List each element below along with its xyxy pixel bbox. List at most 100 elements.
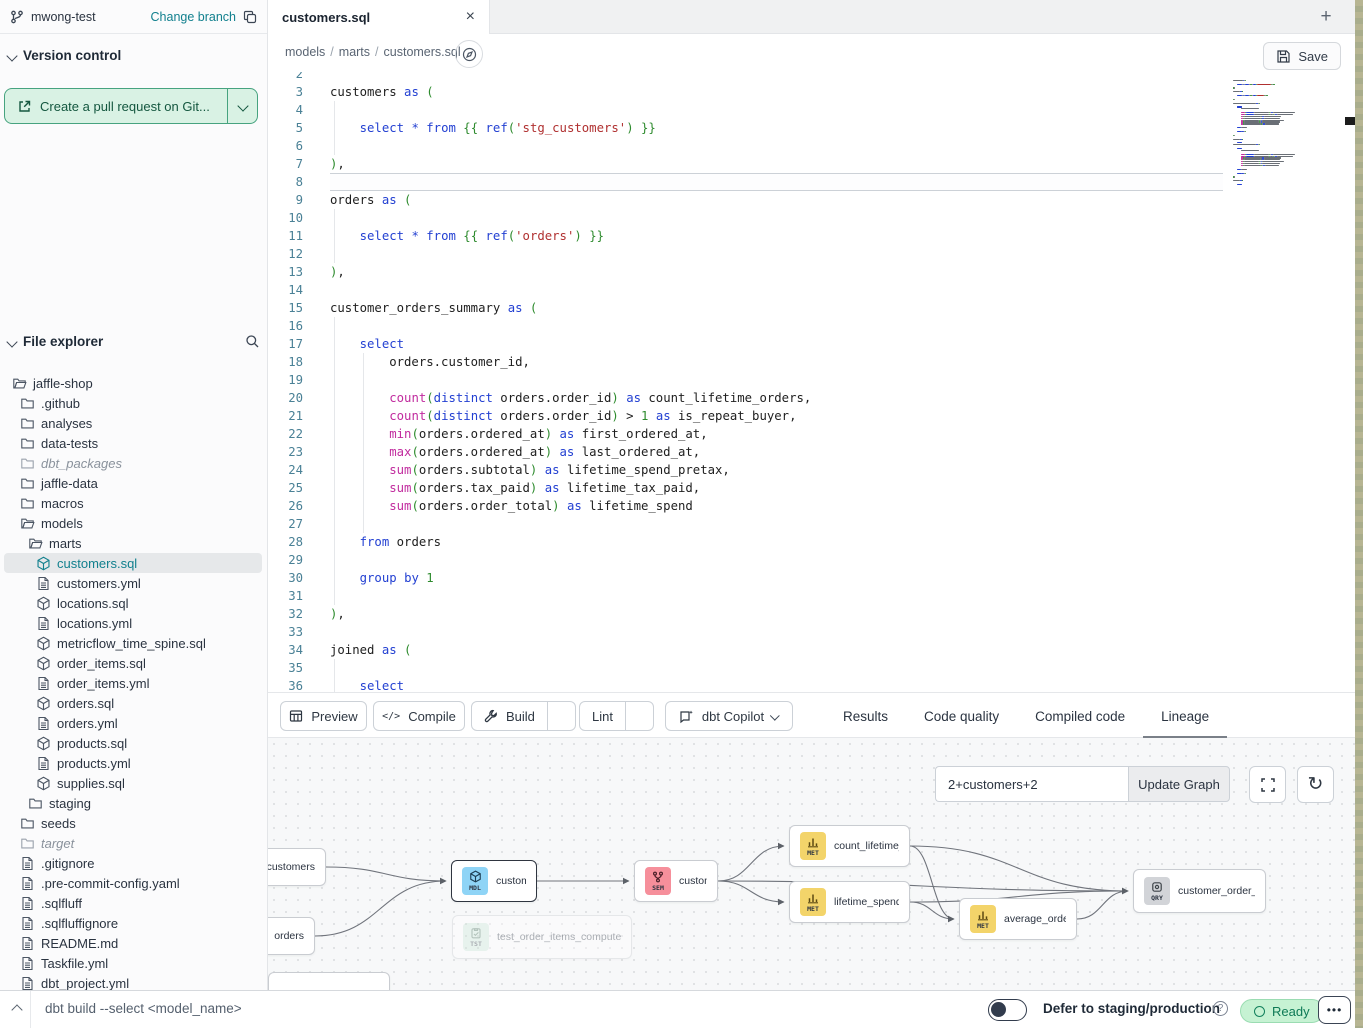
lineage-node-stg_customers[interactable]: stg_customers: [268, 848, 326, 886]
code-line-21[interactable]: 21 count(distinct orders.order_id) > 1 a…: [268, 407, 1355, 425]
code-line-26[interactable]: 26 sum(orders.order_total) as lifetime_s…: [268, 497, 1355, 515]
code-line-9[interactable]: 9orders as (: [268, 191, 1355, 209]
code-line-2[interactable]: 2: [268, 72, 1355, 83]
tab-customers-sql[interactable]: customers.sql ×: [268, 0, 490, 34]
lineage-node-customers_semantic[interactable]: SEMcustomers: [634, 860, 718, 902]
tree-item-orders-yml[interactable]: orders.yml: [4, 713, 262, 733]
close-icon[interactable]: ×: [466, 9, 475, 25]
lineage-node-lifetime_spend_pretax[interactable]: METlifetime_spend_pretax: [789, 881, 910, 923]
minimap[interactable]: [1233, 78, 1337, 186]
code-line-5[interactable]: 5 select * from {{ ref('stg_customers') …: [268, 119, 1355, 137]
tree-item--sqlfluffignore[interactable]: .sqlfluffignore: [4, 913, 262, 933]
tree-item-analyses[interactable]: analyses: [4, 413, 262, 433]
tree-item-jaffle-shop[interactable]: jaffle-shop: [4, 373, 262, 393]
tree-item-models[interactable]: models: [4, 513, 262, 533]
code-line-15[interactable]: 15customer_orders_summary as (: [268, 299, 1355, 317]
code-line-25[interactable]: 25 sum(orders.tax_paid) as lifetime_tax_…: [268, 479, 1355, 497]
breadcrumb-file[interactable]: customers.sql: [384, 45, 461, 59]
tab-code-quality[interactable]: Code quality: [906, 693, 1017, 739]
tree-item--github[interactable]: .github: [4, 393, 262, 413]
more-options-button[interactable]: •••: [1318, 996, 1351, 1024]
tree-item--sqlfluff[interactable]: .sqlfluff: [4, 893, 262, 913]
code-line-4[interactable]: 4: [268, 101, 1355, 119]
info-icon[interactable]: ?: [1213, 1001, 1228, 1016]
code-line-13[interactable]: 13),: [268, 263, 1355, 281]
tree-item-marts[interactable]: marts: [4, 533, 262, 553]
code-line-23[interactable]: 23 max(orders.ordered_at) as last_ordere…: [268, 443, 1355, 461]
lint-button[interactable]: Lint: [580, 702, 625, 730]
build-caret[interactable]: [547, 702, 575, 730]
fullscreen-icon[interactable]: [1249, 766, 1286, 803]
code-line-34[interactable]: 34joined as (: [268, 641, 1355, 659]
tree-item-order-items-yml[interactable]: order_items.yml: [4, 673, 262, 693]
code-line-24[interactable]: 24 sum(orders.subtotal) as lifetime_spen…: [268, 461, 1355, 479]
tree-item-seeds[interactable]: seeds: [4, 813, 262, 833]
tree-item--gitignore[interactable]: .gitignore: [4, 853, 262, 873]
tree-item-target[interactable]: target: [4, 833, 262, 853]
tree-item-orders-sql[interactable]: orders.sql: [4, 693, 262, 713]
lineage-panel[interactable]: stg_customersordersMDLcustomersTSTtest_o…: [268, 738, 1355, 990]
defer-toggle[interactable]: [988, 999, 1027, 1021]
code-line-6[interactable]: 6: [268, 137, 1355, 155]
code-line-27[interactable]: 27: [268, 515, 1355, 533]
code-line-16[interactable]: 16: [268, 317, 1355, 335]
update-graph-button[interactable]: Update Graph: [1128, 766, 1230, 802]
editor-scrollbar-thumb[interactable]: [1345, 117, 1355, 125]
lineage-node-orders[interactable]: orders: [268, 917, 315, 955]
version-control-header[interactable]: Version control: [8, 48, 121, 63]
breadcrumb-models[interactable]: models: [285, 45, 325, 59]
tab-results[interactable]: Results: [825, 693, 906, 739]
code-line-17[interactable]: 17 select: [268, 335, 1355, 353]
tree-item-dbt-packages[interactable]: dbt_packages: [4, 453, 262, 473]
new-tab-button[interactable]: +: [1313, 4, 1339, 30]
tree-item-locations-yml[interactable]: locations.yml: [4, 613, 262, 633]
code-line-19[interactable]: 19: [268, 371, 1355, 389]
code-line-28[interactable]: 28 from orders: [268, 533, 1355, 551]
tab-compiled-code[interactable]: Compiled code: [1017, 693, 1143, 739]
code-line-10[interactable]: 10: [268, 209, 1355, 227]
copy-icon[interactable]: [243, 10, 257, 24]
tree-item--pre-commit-config-yaml[interactable]: .pre-commit-config.yaml: [4, 873, 262, 893]
change-branch-link[interactable]: Change branch: [151, 10, 236, 24]
lineage-node-customer_order_metrics[interactable]: QRYcustomer_order_metrics: [1133, 869, 1266, 913]
collapse-chevron-icon[interactable]: [6, 999, 28, 1021]
command-placeholder[interactable]: dbt build --select <model_name>: [45, 1001, 242, 1016]
compile-button[interactable]: </> Compile: [373, 701, 465, 731]
code-line-36[interactable]: 36 select: [268, 677, 1355, 692]
search-icon[interactable]: [245, 334, 260, 349]
refresh-icon[interactable]: ↻: [1297, 766, 1334, 803]
tree-item-products-sql[interactable]: products.sql: [4, 733, 262, 753]
code-line-3[interactable]: 3customers as (: [268, 83, 1355, 101]
code-line-8[interactable]: 8: [268, 173, 1355, 191]
tree-item-staging[interactable]: staging: [4, 793, 262, 813]
code-line-20[interactable]: 20 count(distinct orders.order_id) as co…: [268, 389, 1355, 407]
code-line-7[interactable]: 7),: [268, 155, 1355, 173]
compass-icon[interactable]: [455, 40, 483, 68]
lineage-node-test_order_items[interactable]: TSTtest_order_items_compute_to_bools...: [452, 915, 632, 959]
tree-item-order-items-sql[interactable]: order_items.sql: [4, 653, 262, 673]
tree-item-jaffle-data[interactable]: jaffle-data: [4, 473, 262, 493]
code-line-22[interactable]: 22 min(orders.ordered_at) as first_order…: [268, 425, 1355, 443]
lineage-selector-input[interactable]: [935, 766, 1128, 802]
lineage-node-count_lifetime_orders[interactable]: METcount_lifetime_orders: [789, 825, 910, 867]
code-line-14[interactable]: 14: [268, 281, 1355, 299]
tree-item-dbt-project-yml[interactable]: dbt_project.yml: [4, 973, 262, 990]
code-line-18[interactable]: 18 orders.customer_id,: [268, 353, 1355, 371]
preview-button[interactable]: Preview: [280, 701, 367, 731]
tree-item-customers-yml[interactable]: customers.yml: [4, 573, 262, 593]
tree-item-taskfile-yml[interactable]: Taskfile.yml: [4, 953, 262, 973]
lineage-node-partial_bottom[interactable]: [268, 972, 390, 990]
create-pr-caret[interactable]: [227, 89, 257, 123]
lineage-node-average_order_value[interactable]: METaverage_order_value: [959, 898, 1077, 940]
code-line-30[interactable]: 30 group by 1: [268, 569, 1355, 587]
code-line-12[interactable]: 12: [268, 245, 1355, 263]
code-line-33[interactable]: 33: [268, 623, 1355, 641]
code-line-32[interactable]: 32),: [268, 605, 1355, 623]
tree-item-customers-sql[interactable]: customers.sql: [4, 553, 262, 573]
save-button[interactable]: Save: [1263, 42, 1341, 70]
tab-lineage[interactable]: Lineage: [1143, 693, 1227, 739]
tree-item-metricflow-time-spine-sql[interactable]: metricflow_time_spine.sql: [4, 633, 262, 653]
tree-item-data-tests[interactable]: data-tests: [4, 433, 262, 453]
code-line-31[interactable]: 31: [268, 587, 1355, 605]
tree-item-locations-sql[interactable]: locations.sql: [4, 593, 262, 613]
